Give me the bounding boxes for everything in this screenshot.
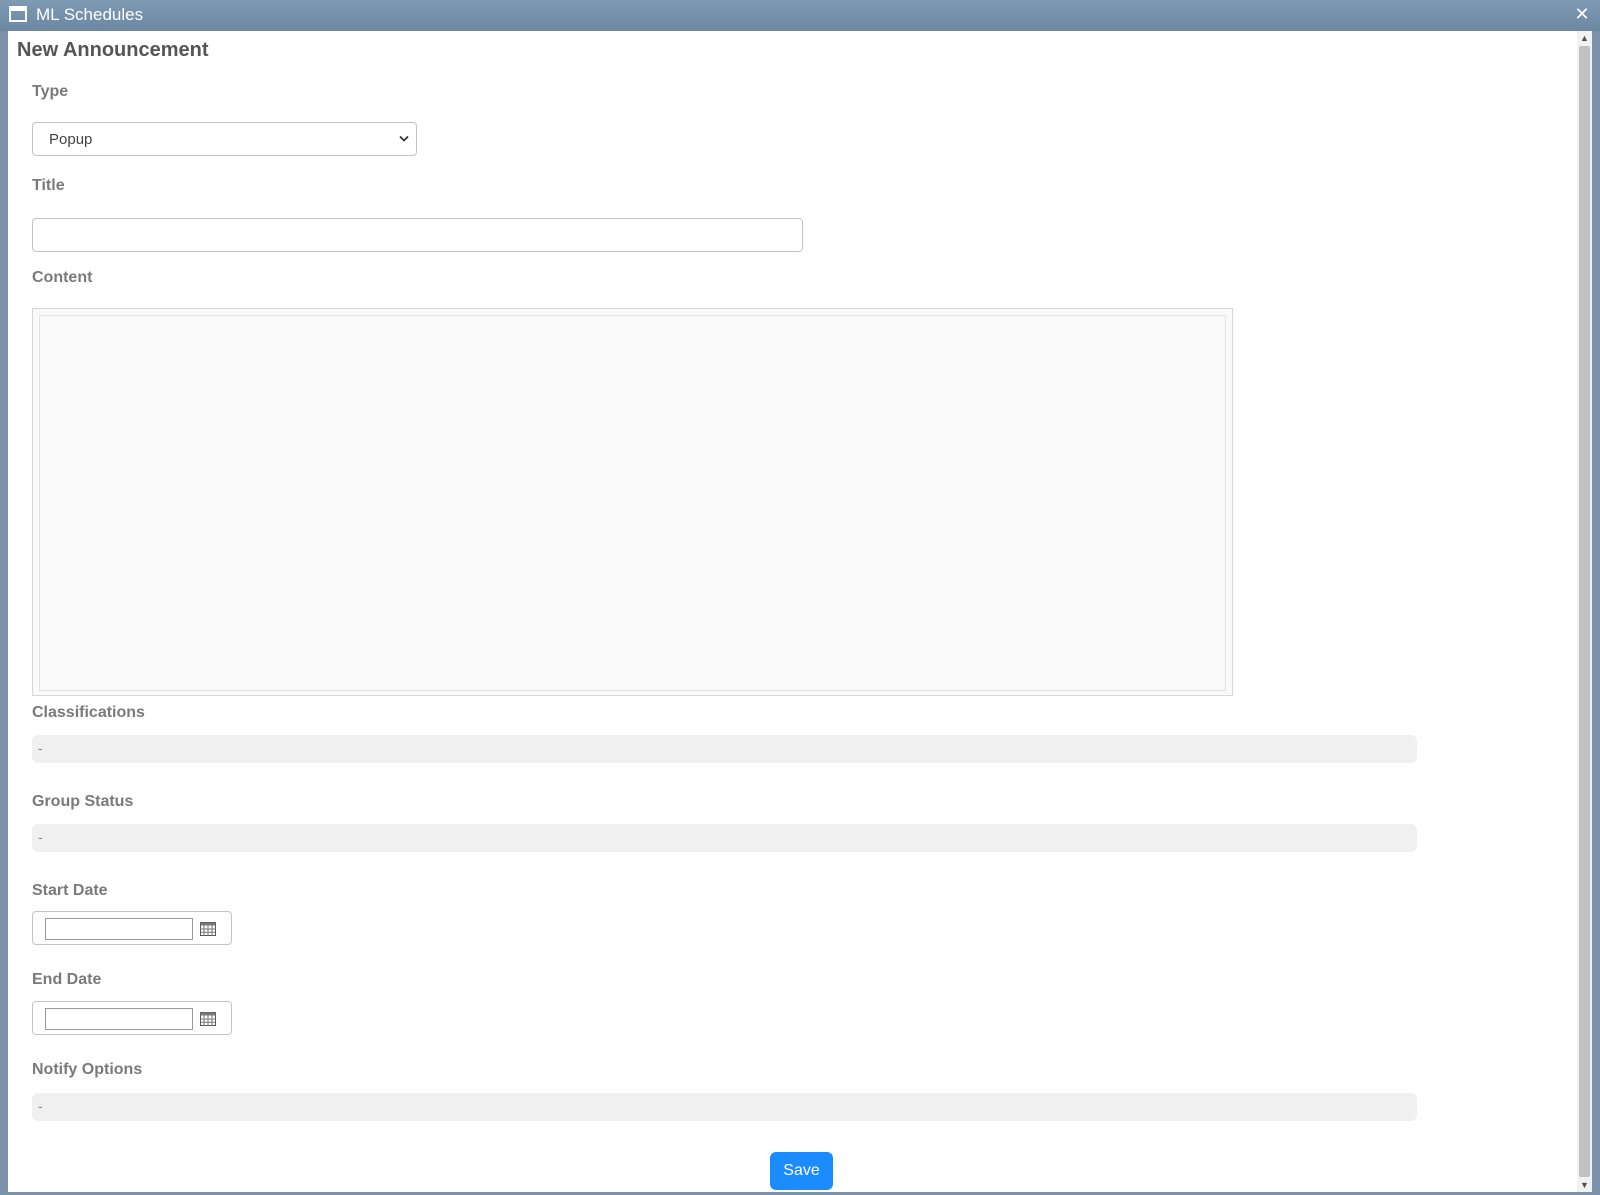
vertical-scrollbar[interactable]: ▲ ▼ xyxy=(1577,31,1592,1192)
type-select[interactable]: Popup xyxy=(32,122,417,156)
group-status-field: - xyxy=(32,824,1417,852)
start-date-label: Start Date xyxy=(32,882,108,899)
classifications-label: Classifications xyxy=(32,704,145,721)
group-status-label: Group Status xyxy=(32,793,134,810)
classifications-field: - xyxy=(32,735,1417,763)
notify-options-label: Notify Options xyxy=(32,1061,143,1078)
start-date-input[interactable] xyxy=(45,918,193,940)
end-date-label: End Date xyxy=(32,971,102,988)
type-select-value: Popup xyxy=(49,131,93,148)
start-date-picker xyxy=(32,911,232,945)
scroll-up-icon[interactable]: ▲ xyxy=(1577,31,1592,45)
content-editor-area[interactable] xyxy=(39,315,1226,691)
calendar-icon[interactable] xyxy=(200,922,216,936)
title-input[interactable] xyxy=(32,218,803,252)
title-label: Title xyxy=(32,177,65,194)
end-date-input[interactable] xyxy=(45,1008,193,1030)
page-title: New Announcement xyxy=(17,39,209,61)
window-title: ML Schedules xyxy=(36,5,144,24)
end-date-picker xyxy=(32,1001,232,1035)
type-label: Type xyxy=(32,83,69,100)
content-editor[interactable] xyxy=(32,308,1233,696)
classifications-value: - xyxy=(38,740,43,756)
scroll-down-icon[interactable]: ▼ xyxy=(1577,1178,1592,1192)
window-frame-right xyxy=(1592,31,1600,1195)
notify-options-value: - xyxy=(38,1098,43,1114)
group-status-value: - xyxy=(38,829,43,845)
window-icon xyxy=(9,6,27,22)
notify-options-field: - xyxy=(32,1093,1417,1121)
calendar-icon[interactable] xyxy=(200,1012,216,1026)
close-icon[interactable]: ✕ xyxy=(1573,4,1591,24)
window-titlebar: ML Schedules ✕ xyxy=(0,0,1600,31)
save-button[interactable]: Save xyxy=(770,1152,833,1190)
scrollbar-thumb[interactable] xyxy=(1579,46,1590,1177)
content-label: Content xyxy=(32,269,93,286)
dialog-content: New Announcement Type Popup Title Conten… xyxy=(8,31,1578,1192)
chevron-down-icon xyxy=(399,135,409,142)
